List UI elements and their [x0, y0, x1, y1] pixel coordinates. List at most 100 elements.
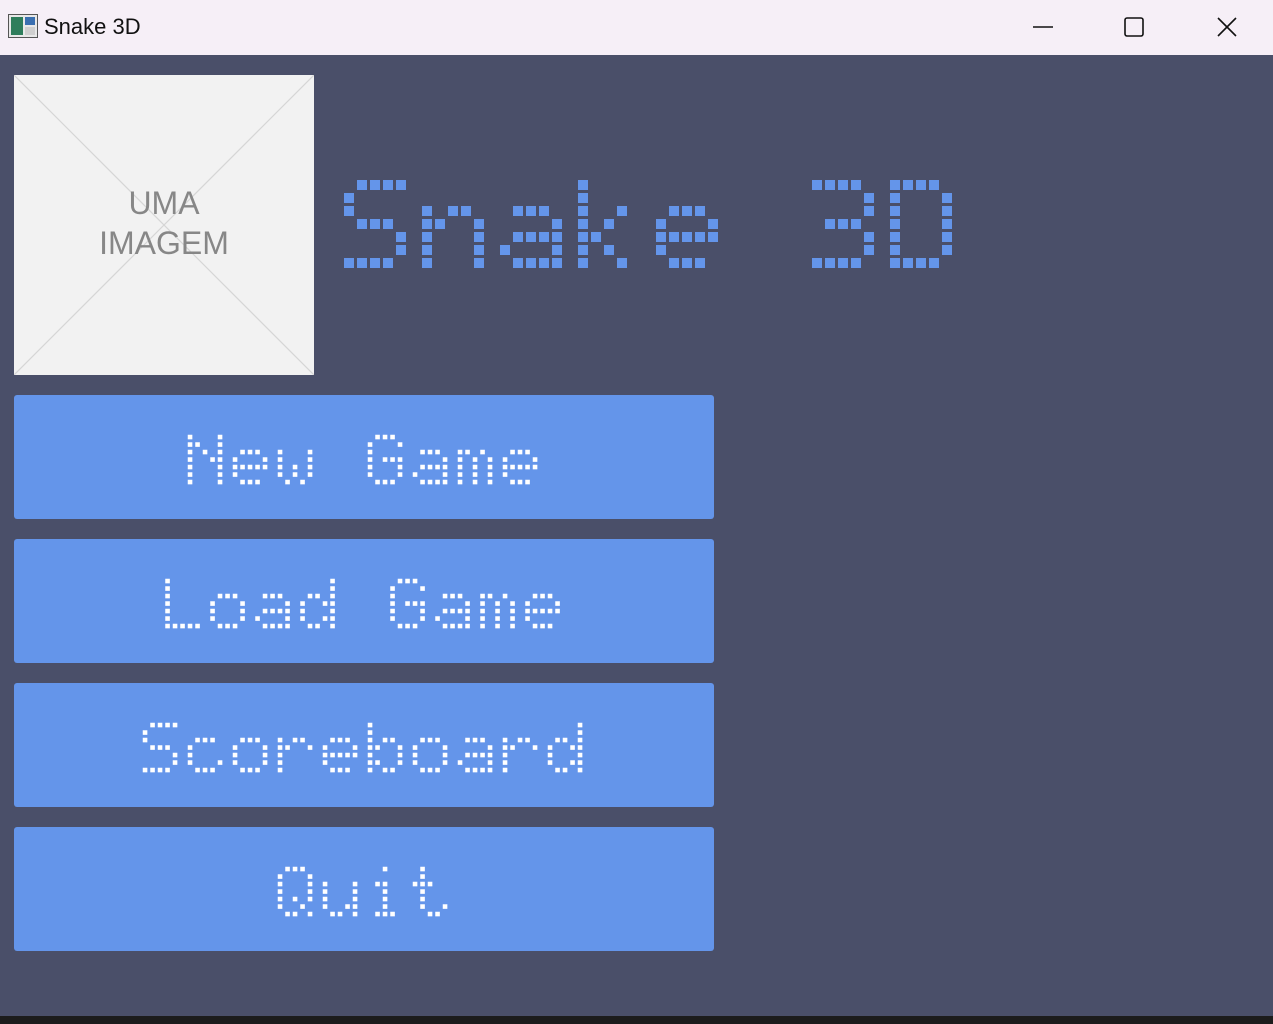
dot-pixel: [480, 623, 485, 629]
dot-pixel: [510, 623, 515, 629]
dot-pixel: [322, 881, 328, 887]
close-button[interactable]: [1204, 0, 1250, 54]
window-title: Snake 3D: [44, 14, 141, 39]
dot-pixel: [210, 457, 215, 462]
dot-pixel: [396, 232, 406, 242]
dot-pixel: [562, 737, 568, 743]
dot-pixel: [397, 472, 403, 477]
dot-pixel: [285, 479, 290, 485]
dot-pixel: [225, 623, 230, 629]
dot-pixel: [277, 457, 283, 462]
dot-pixel: [292, 737, 298, 743]
quit-button[interactable]: [14, 827, 714, 951]
dot-pixel: [695, 206, 705, 216]
dot-pixel: [903, 258, 913, 268]
dot-pixel: [465, 608, 470, 614]
dot-pixel: [300, 904, 305, 909]
dot-pixel: [370, 180, 380, 190]
load-game-button[interactable]: [14, 539, 714, 663]
dot-pixel: [656, 245, 666, 255]
dot-pixel: [555, 737, 560, 743]
logo-image-placeholder: UMA IMAGEM: [14, 75, 314, 375]
dot-pixel: [390, 601, 395, 606]
dot-pixel: [352, 889, 358, 894]
dot-pixel: [150, 722, 155, 728]
dot-pixel: [405, 578, 410, 584]
dot-pixel: [277, 737, 283, 743]
dot-pixel: [472, 479, 478, 485]
dot-pixel: [864, 193, 874, 203]
dot-pixel: [578, 180, 588, 190]
dot-pixel: [502, 737, 508, 743]
dot-pixel: [422, 219, 432, 229]
dot-pixel: [825, 258, 835, 268]
dot-pixel: [695, 232, 705, 242]
dot-pixel: [457, 593, 463, 599]
dot-pixel: [708, 219, 718, 229]
dot-pixel: [270, 593, 275, 599]
dot-pixel: [669, 232, 679, 242]
scoreboard-button[interactable]: [14, 683, 714, 807]
dot-pixel: [510, 464, 515, 470]
dot-pixel: [142, 767, 148, 773]
dot-pixel: [487, 464, 493, 470]
dot-pixel: [277, 881, 283, 887]
dot-pixel: [510, 449, 515, 455]
dot-pixel: [480, 752, 485, 758]
dot-pixel: [532, 745, 538, 750]
title-bar[interactable]: Snake 3D: [0, 0, 1273, 55]
dot-pixel: [307, 449, 313, 455]
dot-pixel: [435, 911, 440, 917]
maximize-button[interactable]: [1111, 0, 1157, 54]
dot-pixel: [345, 904, 350, 909]
dot-pixel: [330, 752, 335, 758]
dot-pixel: [412, 472, 418, 477]
dot-pixel: [480, 616, 485, 621]
dot-pixel: [397, 578, 403, 584]
dot-pixel: [240, 616, 245, 621]
dot-pixel: [307, 911, 313, 917]
dot-pixel: [285, 911, 290, 917]
dot-pixel: [929, 258, 939, 268]
dot-pixel: [864, 245, 874, 255]
dot-pixel: [487, 760, 493, 765]
dot-pixel: [472, 737, 478, 743]
dot-pixel: [916, 258, 926, 268]
dot-pixel: [375, 881, 380, 887]
dot-pixel: [375, 434, 380, 440]
dot-pixel: [217, 593, 223, 599]
dot-pixel: [370, 258, 380, 268]
dot-pixel: [942, 232, 952, 242]
minimize-button[interactable]: [1020, 0, 1066, 54]
dot-pixel: [277, 767, 283, 773]
dot-pixel: [232, 457, 238, 462]
dot-pixel: [555, 608, 560, 614]
dot-pixel: [510, 745, 515, 750]
dot-pixel: [277, 623, 283, 629]
dot-pixel: [315, 593, 320, 599]
new-game-button[interactable]: [14, 395, 714, 519]
dot-pixel: [383, 219, 393, 229]
dot-pixel: [502, 767, 508, 773]
dot-pixel: [300, 616, 305, 621]
dot-pixel: [397, 457, 403, 462]
dot-pixel: [330, 586, 335, 591]
dot-pixel: [513, 232, 523, 242]
dot-pixel: [495, 601, 500, 606]
dot-pixel: [382, 457, 388, 462]
dot-pixel: [352, 745, 358, 750]
dot-pixel: [337, 737, 343, 743]
dot-pixel: [397, 745, 403, 750]
dot-pixel: [510, 608, 515, 614]
dot-pixel: [232, 472, 238, 477]
dot-pixel: [187, 752, 193, 758]
dot-pixel: [457, 623, 463, 629]
dot-pixel: [396, 245, 406, 255]
dot-pixel: [420, 616, 425, 621]
dot-pixel: [165, 578, 170, 584]
dot-pixel: [142, 730, 148, 735]
dot-pixel: [435, 737, 440, 743]
dot-pixel: [412, 578, 418, 584]
dot-pixel: [708, 232, 718, 242]
dot-pixel: [420, 896, 425, 902]
